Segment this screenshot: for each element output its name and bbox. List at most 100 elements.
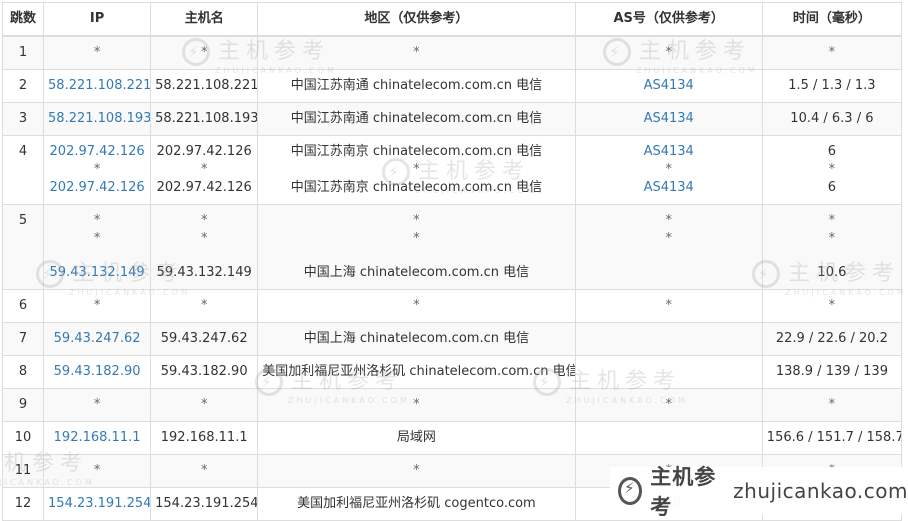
table-row: 1 * * * * * <box>1 35 903 70</box>
ip-link[interactable]: 59.43.132.149 <box>48 264 146 282</box>
as-cell <box>574 322 763 356</box>
hostname-cell: 192.168.11.1 <box>150 421 259 455</box>
hop-cell: 1 <box>1 35 45 70</box>
as-link[interactable]: AS4134 <box>580 110 758 128</box>
time-value: * <box>828 397 836 412</box>
ip-link[interactable]: 58.221.108.221 <box>48 77 150 95</box>
time-cell: 6 * 6 <box>761 135 903 205</box>
as-cell: AS4134 * AS4134 <box>574 135 763 205</box>
hostname-cell: 154.23.191.254 <box>150 487 259 521</box>
hostname-cell: 58.221.108.221 <box>150 69 259 103</box>
hostname-value: 192.168.11.1 <box>160 430 248 445</box>
region-cell: * <box>257 289 576 323</box>
time-value: * <box>828 45 836 60</box>
as-cell: AS4134 <box>574 69 763 103</box>
time-cell: 138.9 / 139 / 139 <box>761 355 903 389</box>
region-value: 中国江苏南京 chinatelecom.com.cn 电信 <box>290 180 543 195</box>
hostname-cell: * <box>150 454 259 488</box>
ip-link[interactable]: 59.43.182.90 <box>48 363 146 381</box>
ip-value: * <box>93 213 101 228</box>
ip-value: * <box>93 162 101 177</box>
ip-cell: * * 59.43.132.149 <box>43 204 152 290</box>
hop-cell: 10 <box>1 421 45 455</box>
ip-cell: 58.221.108.221 <box>43 69 152 103</box>
time-value: 156.6 / 151.7 / 158.7 <box>766 430 902 445</box>
ip-link[interactable]: 58.221.108.193 <box>48 110 150 128</box>
table-row: 2 58.221.108.221 58.221.108.221 中国江苏南通 chin… <box>1 69 903 103</box>
ip-cell: * <box>43 454 152 488</box>
hostname-cell: * <box>150 388 259 422</box>
region-value: * <box>413 397 420 412</box>
ip-cell: 202.97.42.126 * 202.97.42.126 <box>43 135 152 205</box>
region-value: 中国江苏南通 chinatelecom.com.cn 电信 <box>290 111 543 126</box>
ip-value: * <box>93 45 101 60</box>
time-cell: * <box>761 289 903 323</box>
time-value: 22.9 / 22.6 / 20.2 <box>775 331 888 346</box>
as-value: * <box>665 162 672 177</box>
time-cell: * <box>761 388 903 422</box>
time-value: 138.9 / 139 / 139 <box>775 364 888 379</box>
hostname-value: 59.43.132.149 <box>156 265 252 280</box>
region-cell: * <box>257 388 576 422</box>
region-cell: * * 中国上海 chinatelecom.com.cn 电信 <box>257 204 576 290</box>
table-row: 3 58.221.108.193 58.221.108.193 中国江苏南通 chin… <box>1 102 903 136</box>
time-cell: 10.4 / 6.3 / 6 <box>761 102 903 136</box>
hostname-value: * <box>200 463 208 478</box>
time-value: * <box>828 162 836 177</box>
ip-link[interactable]: 59.43.247.62 <box>48 330 146 348</box>
hop-cell: 4 <box>1 135 45 205</box>
ip-cell: * <box>43 289 152 323</box>
time-cell: * <box>761 35 903 70</box>
region-value: 美国加利福尼亚州洛杉矶 cogentco.com <box>297 496 536 511</box>
ip-link[interactable]: 202.97.42.126 <box>48 179 146 197</box>
region-value: 美国加利福尼亚州洛杉矶 chinatelecom.com.cn 电信 <box>262 364 576 379</box>
ip-link[interactable]: 202.97.42.126 <box>48 143 146 161</box>
as-link[interactable]: AS4134 <box>580 143 758 161</box>
as-value: * <box>665 213 672 228</box>
as-link[interactable]: AS4134 <box>580 77 758 95</box>
hop-cell: 7 <box>1 322 45 356</box>
as-link[interactable]: AS4134 <box>580 179 758 197</box>
hop-cell: 3 <box>1 102 45 136</box>
table-row: 4 202.97.42.126 * 202.97.42.126 202.97.42.12… <box>1 135 903 205</box>
hostname-value: * <box>200 298 208 313</box>
traceroute-table: 跳数 IP 主机名 地区（仅供参考） AS号（仅供参考） 时间（毫秒） 1 * * *… <box>1 2 903 521</box>
ip-cell: 59.43.182.90 <box>43 355 152 389</box>
ip-value: * <box>93 463 101 478</box>
time-value: 10.6 <box>817 265 847 280</box>
hostname-cell: 58.221.108.193 <box>150 102 259 136</box>
time-cell: * * 10.6 <box>761 204 903 290</box>
hostname-value: 59.43.182.90 <box>160 364 248 379</box>
table-header-row: 跳数 IP 主机名 地区（仅供参考） AS号（仅供参考） 时间（毫秒） <box>1 2 903 37</box>
hostname-value: 202.97.42.126 <box>156 144 252 159</box>
as-cell: * <box>574 388 763 422</box>
lightning-circle-icon <box>618 477 643 505</box>
ip-link[interactable]: 154.23.191.254 <box>48 495 150 513</box>
region-cell: 中国江苏南通 chinatelecom.com.cn 电信 <box>257 69 576 103</box>
hostname-cell: 202.97.42.126 * 202.97.42.126 <box>150 135 259 205</box>
ip-link[interactable]: 192.168.11.1 <box>48 429 146 447</box>
header-hostname: 主机名 <box>150 2 259 37</box>
ip-cell: 192.168.11.1 <box>43 421 152 455</box>
header-time: 时间（毫秒） <box>761 2 903 37</box>
region-cell: 中国江苏南通 chinatelecom.com.cn 电信 <box>257 102 576 136</box>
table-row: 6 * * * * * <box>1 289 903 323</box>
hostname-value: 58.221.108.221 <box>155 78 258 93</box>
region-cell: 美国加利福尼亚州洛杉矶 chinatelecom.com.cn 电信 <box>257 355 576 389</box>
region-cell: 局域网 <box>257 421 576 455</box>
table-row: 7 59.43.247.62 59.43.247.62 中国上海 chinatelec… <box>1 322 903 356</box>
table-row: 10 192.168.11.1 192.168.11.1 局域网 156.6 / 151… <box>1 421 903 455</box>
as-cell: AS4134 <box>574 102 763 136</box>
hop-cell: 12 <box>1 487 45 521</box>
region-value: 局域网 <box>396 430 436 445</box>
region-cell: * <box>257 454 576 488</box>
as-cell: * * <box>574 204 763 290</box>
as-value <box>580 363 758 381</box>
as-cell: * <box>574 35 763 70</box>
as-value: * <box>665 231 672 246</box>
header-region: 地区（仅供参考） <box>257 2 576 37</box>
header-hop: 跳数 <box>1 2 45 37</box>
ip-cell: 58.221.108.193 <box>43 102 152 136</box>
as-value: * <box>665 298 672 313</box>
time-cell: 1.5 / 1.3 / 1.3 <box>761 69 903 103</box>
